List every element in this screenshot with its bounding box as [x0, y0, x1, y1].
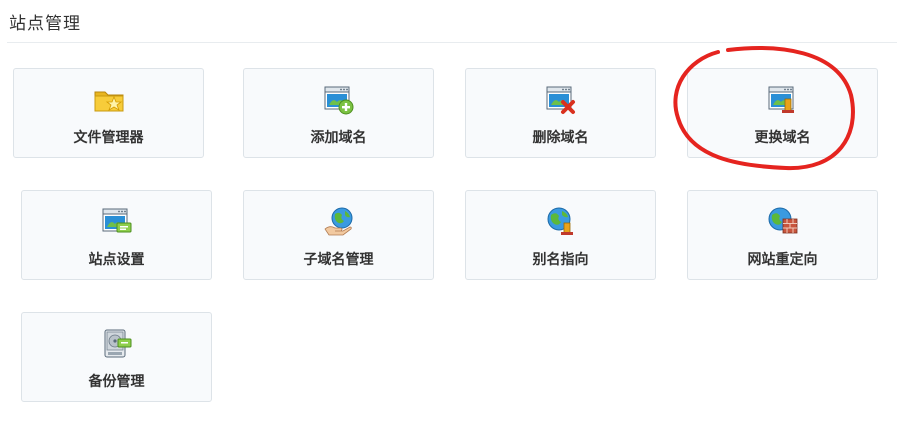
site-settings-icon [100, 205, 134, 239]
backup-management-tile[interactable]: 备份管理 [21, 312, 212, 402]
file-manager-tile[interactable]: 文件管理器 [13, 68, 204, 158]
delete-domain-icon [544, 83, 578, 117]
tile-label: 添加域名 [310, 130, 367, 146]
backup-disk-icon [100, 327, 134, 361]
folder-icon [92, 83, 126, 117]
tile-label: 备份管理 [88, 374, 145, 390]
site-settings-tile[interactable]: 站点设置 [21, 190, 212, 280]
tile-label: 更换域名 [754, 130, 811, 146]
site-management-page: 站点管理 文件管理器 添加域名 删除域名 更换域名 站点设置 子域名管理 别名指… [0, 0, 907, 421]
subdomain-management-tile[interactable]: 子域名管理 [243, 190, 434, 280]
tile-label: 别名指向 [532, 252, 589, 268]
delete-domain-tile[interactable]: 删除域名 [465, 68, 656, 158]
title-divider [7, 42, 897, 43]
add-domain-icon [322, 83, 356, 117]
alias-pointing-tile[interactable]: 别名指向 [465, 190, 656, 280]
tile-label: 子域名管理 [303, 252, 374, 268]
change-domain-icon [766, 83, 800, 117]
alias-globe-icon [544, 205, 578, 239]
tile-label: 站点设置 [88, 252, 145, 268]
tile-label: 文件管理器 [73, 130, 144, 146]
tile-label: 删除域名 [532, 130, 589, 146]
change-domain-tile[interactable]: 更换域名 [687, 68, 878, 158]
subdomain-globe-icon [322, 205, 356, 239]
website-redirect-tile[interactable]: 网站重定向 [687, 190, 878, 280]
redirect-globe-icon [766, 205, 800, 239]
page-title: 站点管理 [9, 14, 81, 34]
add-domain-tile[interactable]: 添加域名 [243, 68, 434, 158]
tile-label: 网站重定向 [747, 252, 818, 268]
